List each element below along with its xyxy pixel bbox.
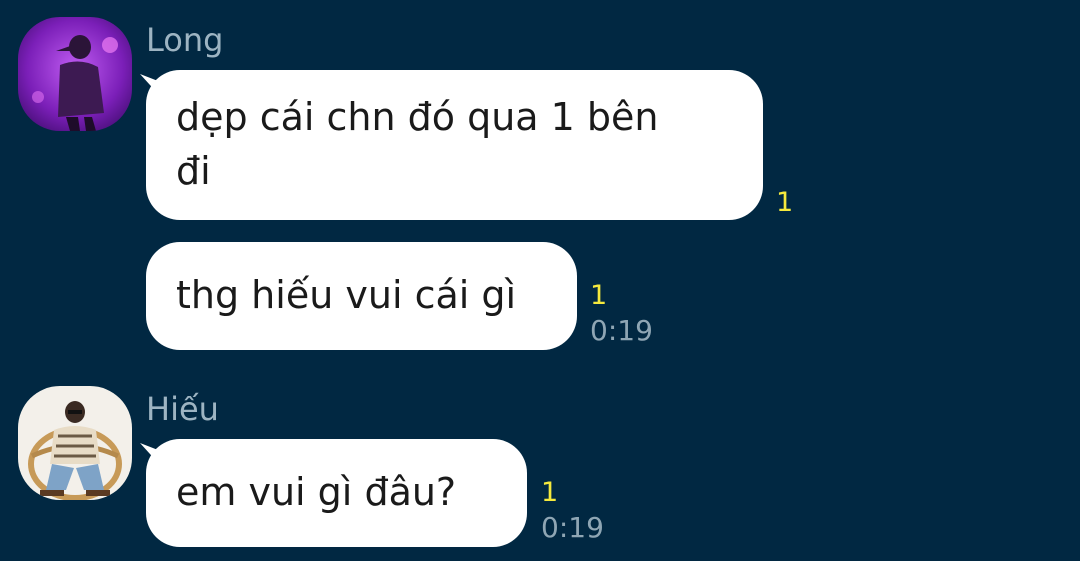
avatar-hieu-image (18, 386, 132, 500)
read-count: 1 (590, 280, 608, 311)
timestamp: 0:19 (541, 511, 604, 544)
timestamp: 0:19 (590, 314, 653, 347)
message-bubble[interactable]: em vui gì đâu? (146, 439, 527, 547)
avatar-long-image (18, 17, 132, 131)
avatar[interactable] (18, 386, 132, 500)
chat-area: Long dẹp cái chn đó qua 1 bên đi 1 thg h… (0, 0, 1080, 561)
message-bubble[interactable]: dẹp cái chn đó qua 1 bên đi (146, 70, 763, 220)
sender-name: Hiếu (146, 390, 219, 428)
message-bubble[interactable]: thg hiếu vui cái gì (146, 242, 577, 350)
read-count: 1 (776, 187, 794, 218)
read-count: 1 (541, 477, 559, 508)
sender-name: Long (146, 21, 224, 59)
avatar[interactable] (18, 17, 132, 131)
